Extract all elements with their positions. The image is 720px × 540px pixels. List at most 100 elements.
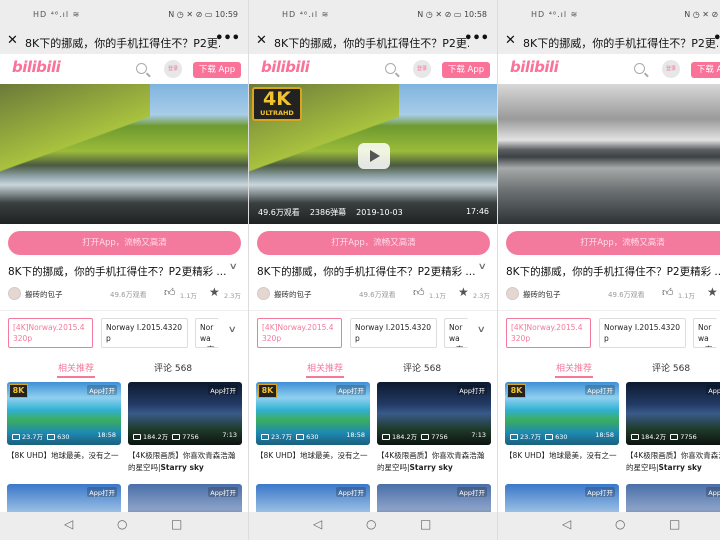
star-icon[interactable]: ★ [458, 285, 469, 299]
like-icon[interactable]: 👍︎ [164, 286, 176, 299]
app-open-label[interactable]: App打开 [87, 487, 117, 497]
card-title[interactable]: 【4K极限画质】你喜欢青森浩瀚的星空吗|Starry sky [377, 450, 491, 474]
search-icon[interactable] [136, 63, 147, 74]
video-player[interactable] [0, 84, 248, 224]
like-count: 1.1万 [678, 292, 695, 300]
bilibili-logo[interactable]: bilibili [12, 58, 61, 76]
recent-apps-icon[interactable]: □ [669, 517, 680, 531]
app-open-label[interactable]: App打开 [585, 385, 615, 395]
app-open-label[interactable]: App打开 [336, 487, 366, 497]
card-title[interactable]: 【4K极限画质】你喜欢青森浩瀚的星空吗|Starry sky [626, 450, 720, 474]
tab-comments[interactable]: 评论 568 [154, 361, 192, 374]
site-header: bilibili 登录 下载 App [249, 55, 497, 84]
video-thumbnail[interactable]: 8K App打开 23.7万 630 18:58 [505, 382, 619, 445]
card-title[interactable]: 【8K UHD】地球最美，没有之一 [7, 450, 121, 474]
video-player[interactable] [498, 84, 720, 224]
expand-chevron-icon[interactable]: ∨ [229, 262, 238, 272]
part-item[interactable]: Norway 克版 [693, 318, 717, 348]
app-open-label[interactable]: App打开 [87, 385, 117, 395]
tab-related[interactable]: 相关推荐 [556, 361, 592, 374]
part-item[interactable]: [4K]Norway.2015.4320p [8, 318, 93, 348]
open-app-button[interactable]: 打开App，流畅又高清 [8, 231, 241, 255]
open-app-button[interactable]: 打开App，流畅又高清 [257, 231, 490, 255]
tab-related[interactable]: 相关推荐 [307, 361, 343, 374]
related-video-card[interactable]: 8K App打开 23.7万 630 18:58 【8K UHD】地球最美，没有之… [7, 382, 121, 474]
thumb-stats: 184.2万 77567:13 [631, 431, 720, 441]
card-title[interactable]: 【8K UHD】地球最美，没有之一 [256, 450, 370, 474]
parts-expand-chevron-icon[interactable]: ∨ [477, 325, 486, 335]
like-icon[interactable]: 👍︎ [413, 286, 425, 299]
related-video-card[interactable]: App打开 184.2万 77567:13 【4K极限画质】你喜欢青森浩瀚的星空… [128, 382, 242, 474]
expand-chevron-icon[interactable]: ∨ [478, 262, 487, 272]
bilibili-logo[interactable]: bilibili [510, 58, 559, 76]
card-title[interactable]: 【8K UHD】地球最美，没有之一 [505, 450, 619, 474]
app-open-label[interactable]: App打开 [457, 385, 487, 395]
more-icon[interactable]: ••• [713, 31, 720, 46]
part-item[interactable]: Norway 克版 [195, 318, 219, 348]
download-app-button[interactable]: 下载 App [442, 62, 490, 78]
recent-apps-icon[interactable]: □ [171, 517, 182, 531]
app-open-label[interactable]: App打开 [585, 487, 615, 497]
app-open-label[interactable]: App打开 [706, 487, 720, 497]
video-thumbnail[interactable]: 8K App打开 23.7万 630 18:58 [256, 382, 370, 445]
login-button[interactable]: 登录 [164, 60, 182, 78]
home-icon[interactable]: ○ [366, 517, 376, 531]
tab-related[interactable]: 相关推荐 [58, 361, 94, 374]
download-app-button[interactable]: 下载 App [193, 62, 241, 78]
app-open-label[interactable]: App打开 [457, 487, 487, 497]
avatar[interactable] [257, 287, 270, 300]
tab-comments[interactable]: 评论 568 [652, 361, 690, 374]
search-icon[interactable] [634, 63, 645, 74]
card-title[interactable]: 【4K极限画质】你喜欢青森浩瀚的星空吗|Starry sky [128, 450, 242, 474]
back-icon[interactable]: ◁ [562, 517, 571, 531]
star-icon[interactable]: ★ [707, 285, 718, 299]
back-icon[interactable]: ◁ [64, 517, 73, 531]
part-item[interactable]: Norway I.2015.4320p [599, 318, 686, 348]
part-item[interactable]: [4K]Norway.2015.4320p [257, 318, 342, 348]
part-item[interactable]: Norway I.2015.4320p [350, 318, 437, 348]
uploader-row: 搬砖的包子 49.6万观看 👍︎ 1.1万 ★ 2.3万 [257, 285, 491, 303]
video-thumbnail[interactable]: 8K App打开 23.7万 630 18:58 [7, 382, 121, 445]
home-icon[interactable]: ○ [117, 517, 127, 531]
search-icon[interactable] [385, 63, 396, 74]
tab-comments[interactable]: 评论 568 [403, 361, 441, 374]
close-icon[interactable]: ✕ [7, 33, 18, 48]
home-icon[interactable]: ○ [615, 517, 625, 531]
bilibili-logo[interactable]: bilibili [261, 58, 310, 76]
part-item[interactable]: Norway 克版 [444, 318, 468, 348]
app-open-label[interactable]: App打开 [208, 385, 238, 395]
video-thumbnail[interactable]: App打开 184.2万 77567:13 [377, 382, 491, 445]
open-app-button[interactable]: 打开App，流畅又高清 [506, 231, 720, 255]
close-icon[interactable]: ✕ [256, 33, 267, 48]
uploader-name[interactable]: 搬砖的包子 [274, 289, 312, 300]
more-icon[interactable]: ••• [215, 31, 240, 46]
play-button[interactable] [358, 143, 390, 169]
thumb-stats: 23.7万 630 18:58 [510, 431, 614, 441]
like-icon[interactable]: 👍︎ [662, 286, 674, 299]
back-icon[interactable]: ◁ [313, 517, 322, 531]
related-video-card[interactable]: App打开 184.2万 77567:13 【4K极限画质】你喜欢青森浩瀚的星空… [377, 382, 491, 474]
related-video-card[interactable]: 8K App打开 23.7万 630 18:58 【8K UHD】地球最美，没有之… [505, 382, 619, 474]
video-thumbnail[interactable]: App打开 184.2万 77567:13 [626, 382, 720, 445]
uploader-name[interactable]: 搬砖的包子 [25, 289, 63, 300]
related-video-card[interactable]: App打开 184.2万 77567:13 【4K极限画质】你喜欢青森浩瀚的星空… [626, 382, 720, 474]
app-open-label[interactable]: App打开 [336, 385, 366, 395]
uploader-name[interactable]: 搬砖的包子 [523, 289, 561, 300]
star-icon[interactable]: ★ [209, 285, 220, 299]
video-thumbnail[interactable]: App打开 184.2万 77567:13 [128, 382, 242, 445]
related-video-card[interactable]: 8K App打开 23.7万 630 18:58 【8K UHD】地球最美，没有之… [256, 382, 370, 474]
more-icon[interactable]: ••• [464, 31, 489, 46]
part-item[interactable]: [4K]Norway.2015.4320p [506, 318, 591, 348]
parts-expand-chevron-icon[interactable]: ∨ [228, 325, 237, 335]
video-player[interactable]: 4K ULTRAHD 49.6万观看 2386弹幕 2019-10-03 17:46 [249, 84, 497, 224]
login-button[interactable]: 登录 [413, 60, 431, 78]
recent-apps-icon[interactable]: □ [420, 517, 431, 531]
login-button[interactable]: 登录 [662, 60, 680, 78]
app-open-label[interactable]: App打开 [706, 385, 720, 395]
app-open-label[interactable]: App打开 [208, 487, 238, 497]
close-icon[interactable]: ✕ [505, 33, 516, 48]
avatar[interactable] [506, 287, 519, 300]
download-app-button[interactable]: 下载 App [691, 62, 720, 78]
avatar[interactable] [8, 287, 21, 300]
part-item[interactable]: Norway I.2015.4320p [101, 318, 188, 348]
